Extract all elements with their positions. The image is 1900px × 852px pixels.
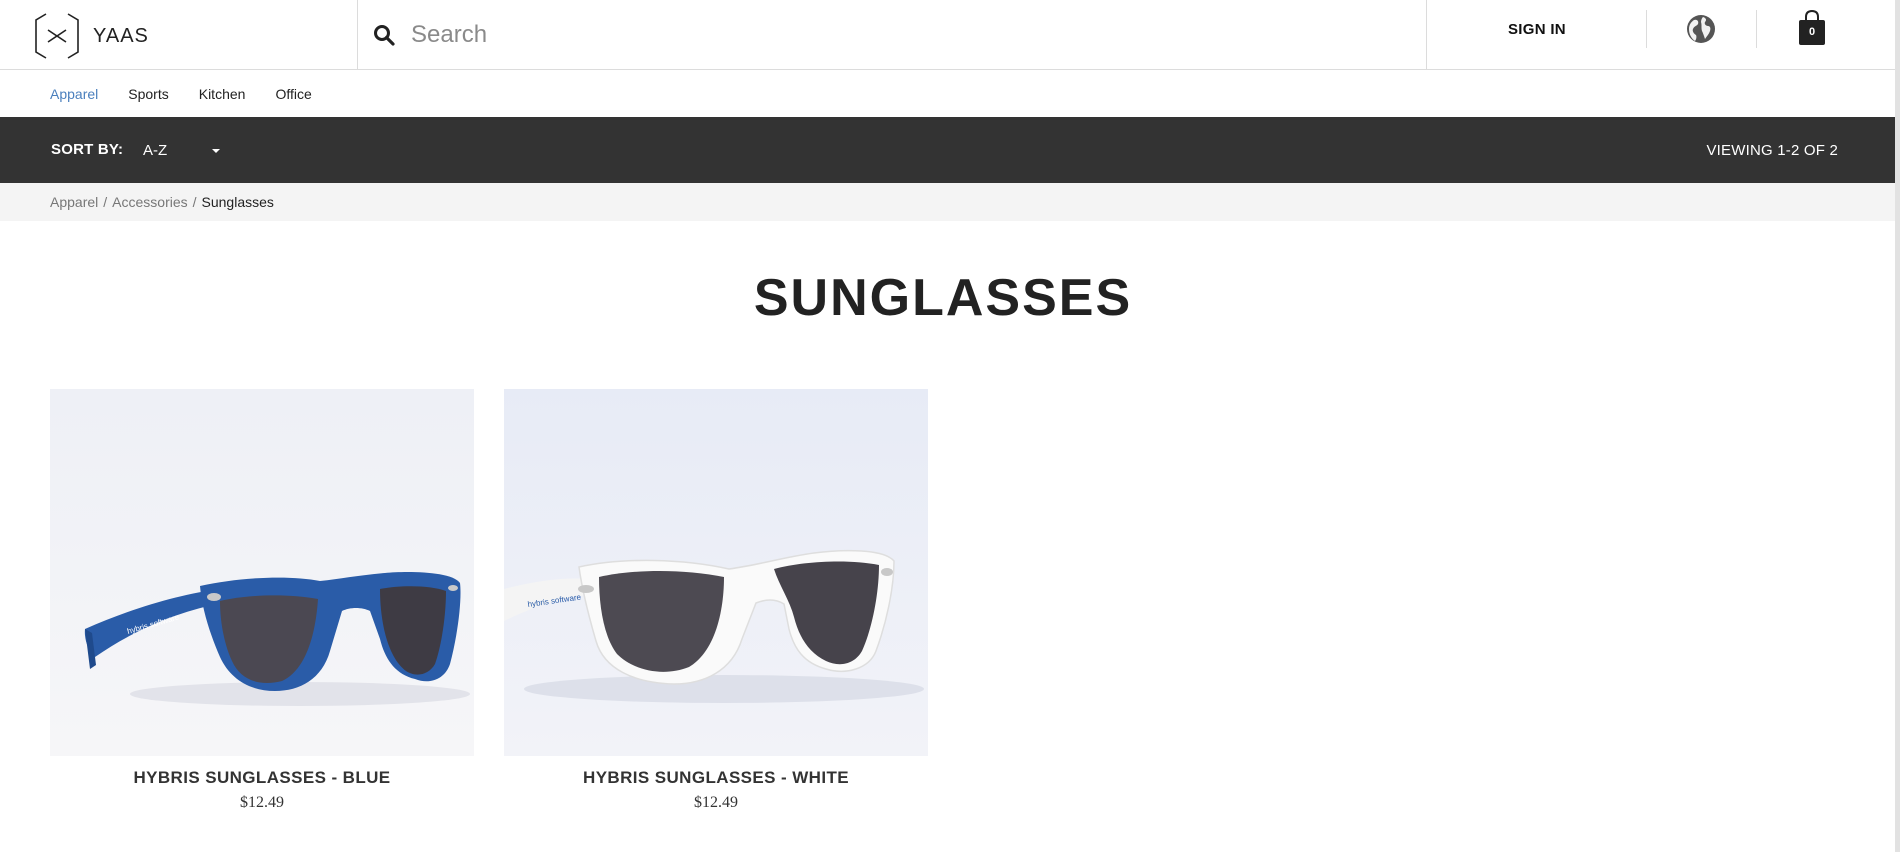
logo-icon — [35, 13, 79, 59]
logo-text: YAAS — [93, 24, 149, 47]
product-image[interactable]: hybris software — [504, 389, 928, 756]
header-divider — [1646, 10, 1647, 48]
breadcrumb: Apparel / Accessories / Sunglasses — [0, 183, 1895, 221]
header-divider — [1756, 10, 1757, 48]
cart-count-badge: 0 — [1808, 26, 1816, 38]
breadcrumb-separator: / — [103, 194, 108, 210]
nav-item-apparel[interactable]: Apparel — [50, 86, 98, 102]
nav-item-office[interactable]: Office — [275, 86, 311, 102]
sort-label: SORT BY: — [51, 141, 124, 158]
search-input[interactable] — [411, 21, 1311, 49]
cart-icon[interactable]: 0 — [1797, 9, 1827, 46]
site-header: YAAS SIGN IN 0 — [0, 0, 1895, 70]
product-name[interactable]: HYBRIS SUNGLASSES - WHITE — [504, 768, 928, 788]
sign-in-link[interactable]: SIGN IN — [1508, 21, 1566, 38]
product-image[interactable]: hybris software — [50, 389, 474, 756]
category-nav: Apparel Sports Kitchen Office — [0, 70, 1895, 117]
product-card[interactable]: hybris software HYBRIS SUNGLASSES - WHIT… — [504, 389, 928, 812]
nav-item-sports[interactable]: Sports — [128, 86, 168, 102]
product-name[interactable]: HYBRIS SUNGLASSES - BLUE — [50, 768, 474, 788]
breadcrumb-separator: / — [192, 194, 197, 210]
logo[interactable]: YAAS — [34, 12, 149, 60]
sort-select[interactable]: A-Z — [143, 142, 167, 159]
page-title: SUNGLASSES — [753, 269, 1133, 327]
product-price: $12.49 — [694, 794, 738, 811]
product-price: $12.49 — [240, 794, 284, 811]
search-icon[interactable] — [371, 22, 397, 48]
product-card[interactable]: hybris software HYBRIS SUNGLASSES - BLUE… — [50, 389, 474, 812]
breadcrumb-item-accessories[interactable]: Accessories — [112, 194, 187, 210]
scrollbar[interactable] — [1895, 0, 1900, 852]
breadcrumb-item-apparel[interactable]: Apparel — [50, 194, 98, 210]
results-count: VIEWING 1-2 OF 2 — [1706, 142, 1838, 159]
breadcrumb-current: Sunglasses — [201, 194, 274, 210]
nav-item-kitchen[interactable]: Kitchen — [199, 86, 246, 102]
globe-icon[interactable] — [1686, 14, 1716, 44]
search-bar — [357, 0, 1427, 70]
caret-down-icon[interactable] — [212, 149, 220, 153]
sort-bar: SORT BY: A-Z VIEWING 1-2 OF 2 — [0, 117, 1895, 183]
